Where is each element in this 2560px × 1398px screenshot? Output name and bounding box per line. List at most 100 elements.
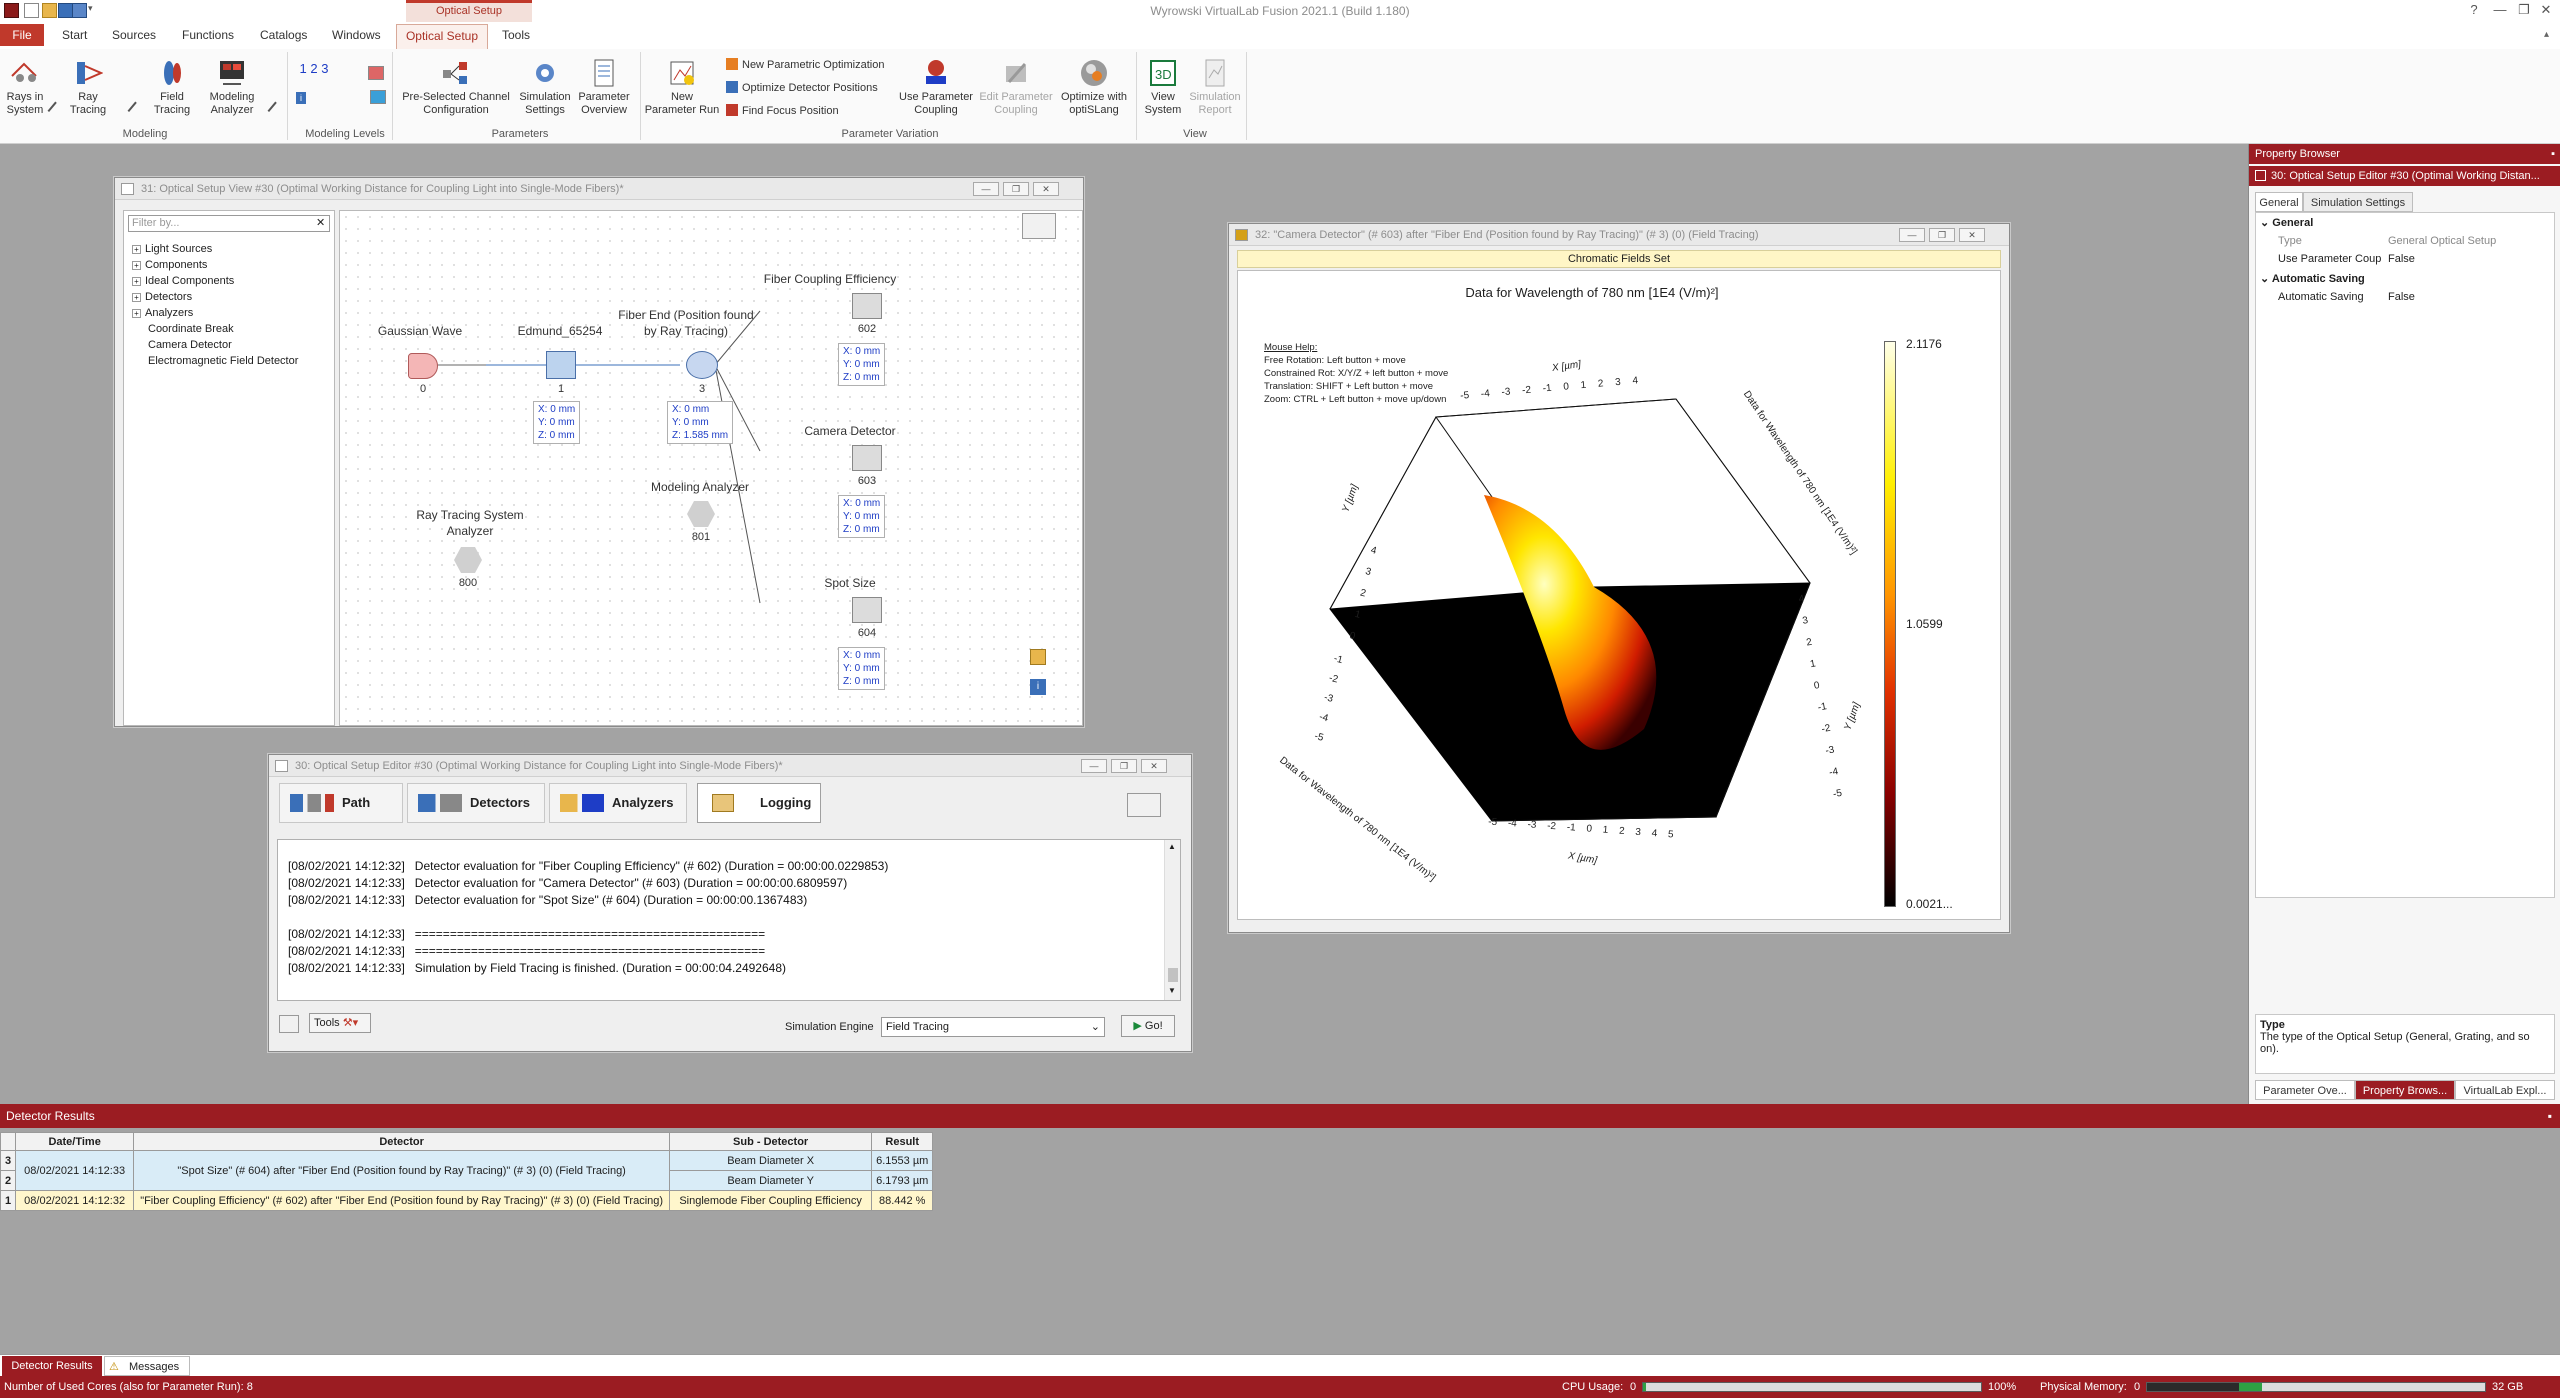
modeling-levels-button[interactable]: 1 2 3 bbox=[292, 62, 336, 75]
log-scrollbar[interactable]: ▲ ▼ bbox=[1164, 840, 1180, 1000]
tab-tools[interactable]: Tools bbox=[500, 27, 532, 49]
new-parameter-run-button[interactable]: New Parameter Run bbox=[642, 58, 722, 117]
maximize-button[interactable]: ❐ bbox=[1111, 759, 1137, 773]
tree-item-ideal-components[interactable]: + Ideal Components bbox=[132, 273, 234, 289]
spot-size-detector-node[interactable] bbox=[852, 597, 882, 623]
tab-general[interactable]: General bbox=[2255, 192, 2303, 212]
column-header[interactable]: Detector bbox=[133, 1132, 671, 1151]
minimize-button[interactable]: — bbox=[1899, 228, 1925, 242]
column-header[interactable]: Result bbox=[871, 1132, 934, 1151]
go-button[interactable]: ▶ Go! bbox=[1121, 1015, 1175, 1037]
pin-icon[interactable]: ▪ bbox=[2551, 144, 2555, 164]
window-title[interactable]: 30: Optical Setup Editor #30 (Optimal Wo… bbox=[269, 755, 1191, 777]
3d-plot-panel[interactable]: Mouse Help: Free Rotation: Left button +… bbox=[1264, 339, 1876, 887]
maximize-button[interactable]: ❐ bbox=[1003, 182, 1029, 196]
edit-parameter-coupling-button[interactable]: Edit Parameter Coupling bbox=[976, 58, 1056, 117]
gaussian-wave-node[interactable] bbox=[408, 353, 438, 379]
clear-filter-icon[interactable]: ✕ bbox=[316, 216, 325, 229]
tree-item-camera-detector[interactable]: Camera Detector bbox=[148, 337, 232, 353]
view-system-button[interactable]: 3D View System bbox=[1138, 58, 1188, 117]
tab-detector-results[interactable]: Detector Results bbox=[2, 1356, 102, 1376]
position-box-fiber-coupling[interactable]: X: 0 mm Y: 0 mm Z: 0 mm bbox=[838, 343, 886, 386]
position-box-spot-size[interactable]: X: 0 mm Y: 0 mm Z: 0 mm bbox=[838, 647, 886, 690]
tools-dropdown[interactable]: Tools ⚒▾ bbox=[309, 1013, 371, 1033]
expand-icon[interactable]: + bbox=[132, 261, 141, 270]
tree-item-em-field-detector[interactable]: Electromagnetic Field Detector bbox=[148, 353, 298, 369]
window-title[interactable]: 32: "Camera Detector" (# 603) after "Fib… bbox=[1229, 224, 2009, 246]
simulation-report-button[interactable]: Simulation Report bbox=[1186, 58, 1244, 117]
tab-path[interactable]: Path bbox=[279, 783, 403, 823]
section-automatic-saving[interactable]: ⌄ Automatic Saving bbox=[2260, 271, 2365, 287]
table-row[interactable]: 3 08/02/2021 14:12:33 "Spot Size" (# 604… bbox=[0, 1150, 934, 1191]
fiber-end-node[interactable] bbox=[686, 351, 718, 379]
optical-setup-canvas[interactable]: Gaussian Wave 0 Edmund_65254 1 X: 0 mm Y:… bbox=[339, 210, 1083, 726]
tree-item-coordinate-break[interactable]: Coordinate Break bbox=[148, 321, 234, 337]
column-header[interactable]: Sub - Detector bbox=[669, 1132, 873, 1151]
field-tracing-button[interactable]: Field Tracing bbox=[150, 58, 194, 117]
filter-input[interactable]: Filter by... bbox=[128, 215, 330, 232]
position-box-fiber-end[interactable]: X: 0 mm Y: 0 mm Z: 1.585 mm bbox=[667, 401, 734, 444]
screenshot-icon[interactable] bbox=[279, 1015, 299, 1033]
tree-item-analyzers[interactable]: + Analyzers bbox=[132, 305, 193, 321]
ray-tracing-button[interactable]: Ray Tracing bbox=[68, 58, 108, 117]
expand-icon[interactable]: + bbox=[132, 277, 141, 286]
close-button[interactable]: ✕ bbox=[1959, 228, 1985, 242]
info-icon[interactable]: i bbox=[296, 92, 306, 104]
editor-toolbar-icon[interactable] bbox=[1127, 793, 1161, 817]
help-icon[interactable]: ? bbox=[2462, 2, 2486, 18]
tab-start[interactable]: Start bbox=[60, 27, 89, 49]
maximize-button[interactable]: ❐ bbox=[1929, 228, 1955, 242]
tab-detectors[interactable]: Detectors bbox=[407, 783, 545, 823]
new-parametric-optimization-button[interactable]: New Parametric Optimization bbox=[726, 56, 884, 74]
canvas-view-icon[interactable] bbox=[1030, 649, 1046, 665]
column-header[interactable]: Date/Time bbox=[15, 1132, 135, 1151]
table-row[interactable]: 1 08/02/2021 14:12:32 "Fiber Coupling Ef… bbox=[0, 1190, 934, 1211]
tab-property-browser[interactable]: Property Brows... bbox=[2355, 1080, 2455, 1100]
expand-icon[interactable]: + bbox=[132, 293, 141, 302]
level-icon-1[interactable] bbox=[368, 66, 384, 80]
restore-button[interactable]: ❐ bbox=[2512, 2, 2536, 18]
file-tab[interactable]: File bbox=[0, 24, 44, 46]
optimize-detector-positions-button[interactable]: Optimize Detector Positions bbox=[726, 79, 878, 97]
scroll-down-arrow[interactable]: ▼ bbox=[1168, 986, 1176, 995]
tab-optical-setup[interactable]: Optical Setup bbox=[396, 24, 488, 49]
close-button[interactable]: ✕ bbox=[1141, 759, 1167, 773]
simulation-engine-select[interactable]: Field Tracing ⌄ bbox=[881, 1017, 1105, 1037]
scroll-thumb[interactable] bbox=[1168, 968, 1178, 982]
find-focus-position-button[interactable]: Find Focus Position bbox=[726, 102, 839, 120]
pin-icon[interactable]: ▪ bbox=[2548, 1104, 2552, 1128]
tree-item-components[interactable]: + Components bbox=[132, 257, 207, 273]
level-icon-2[interactable] bbox=[370, 90, 386, 104]
tab-sources[interactable]: Sources bbox=[110, 27, 158, 49]
tab-parameter-overview[interactable]: Parameter Ove... bbox=[2255, 1080, 2355, 1100]
minimize-button[interactable]: — bbox=[1081, 759, 1107, 773]
modeling-analyzer-button[interactable]: Modeling Analyzer bbox=[202, 58, 262, 117]
scroll-up-arrow[interactable]: ▲ bbox=[1168, 842, 1176, 851]
expand-icon[interactable]: + bbox=[132, 245, 141, 254]
position-box-camera-detector[interactable]: X: 0 mm Y: 0 mm Z: 0 mm bbox=[838, 495, 886, 538]
close-button[interactable]: ✕ bbox=[1033, 182, 1059, 196]
expand-icon[interactable]: + bbox=[132, 309, 141, 318]
close-button[interactable]: ✕ bbox=[2534, 2, 2558, 18]
canvas-info-icon[interactable]: i bbox=[1030, 679, 1046, 695]
property-value[interactable]: General Optical Setup bbox=[2388, 233, 2496, 249]
ribbon-collapse-icon[interactable]: ▴ bbox=[2544, 29, 2549, 40]
window-title[interactable]: 31: Optical Setup View #30 (Optimal Work… bbox=[115, 178, 1083, 200]
tab-logging[interactable]: Logging bbox=[697, 783, 821, 823]
tab-catalogs[interactable]: Catalogs bbox=[258, 27, 309, 49]
camera-detector-node[interactable] bbox=[852, 445, 882, 471]
section-general[interactable]: ⌄ General bbox=[2260, 215, 2313, 231]
edmund-component-node[interactable] bbox=[546, 351, 576, 379]
property-value[interactable]: False bbox=[2388, 251, 2415, 267]
position-box-edmund[interactable]: X: 0 mm Y: 0 mm Z: 0 mm bbox=[533, 401, 581, 444]
collapse-icon[interactable]: ⌄ bbox=[2260, 273, 2269, 285]
minimize-button[interactable]: — bbox=[2488, 2, 2512, 18]
tab-messages[interactable]: ⚠ Messages bbox=[104, 1356, 190, 1376]
rays-in-system-button[interactable]: Rays in System bbox=[2, 58, 48, 117]
parameter-overview-button[interactable]: Parameter Overview bbox=[576, 58, 632, 117]
property-value[interactable]: False bbox=[2388, 289, 2415, 305]
tab-analyzers[interactable]: Analyzers bbox=[549, 783, 687, 823]
pre-selected-channel-button[interactable]: Pre-Selected Channel Configuration bbox=[398, 58, 514, 117]
tree-item-detectors[interactable]: + Detectors bbox=[132, 289, 192, 305]
use-parameter-coupling-button[interactable]: Use Parameter Coupling bbox=[896, 58, 976, 117]
